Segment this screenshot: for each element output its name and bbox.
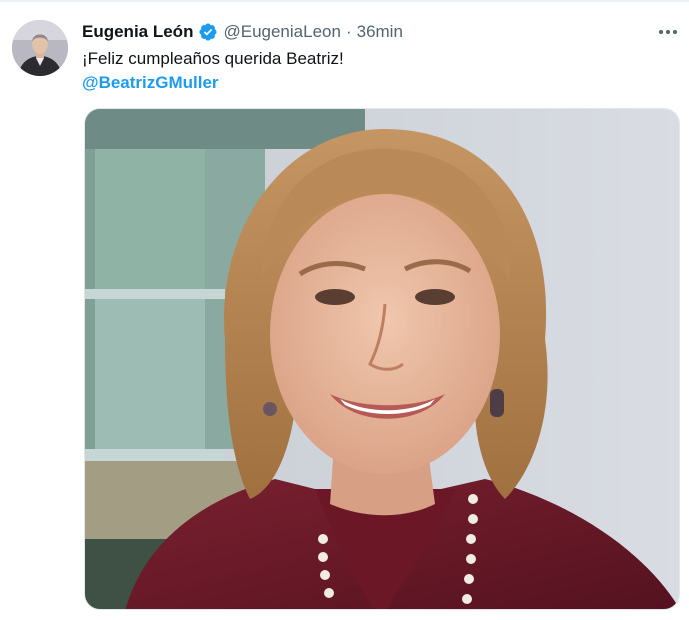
more-options-icon[interactable] <box>659 22 677 42</box>
tweet-text: ¡Feliz cumpleaños querida Beatriz! <box>82 49 344 68</box>
author-display-name[interactable]: Eugenia León <box>82 22 193 42</box>
separator-dot: · <box>345 22 352 41</box>
avatar-image <box>12 20 68 76</box>
avatar[interactable] <box>12 20 68 76</box>
tweet-photo[interactable] <box>84 108 680 610</box>
divider <box>0 0 689 2</box>
mention-link[interactable]: @BeatrizGMuller <box>82 72 219 94</box>
tweet-header: Eugenia León @EugeniaLeon · 36min <box>82 20 403 44</box>
photo-image <box>85 109 679 609</box>
timestamp[interactable]: 36min <box>357 22 403 42</box>
tweet-card[interactable]: Eugenia León @EugeniaLeon · 36min ¡Feliz… <box>0 0 689 620</box>
verified-badge-icon <box>198 22 218 42</box>
author-handle[interactable]: @EugeniaLeon <box>223 22 340 42</box>
